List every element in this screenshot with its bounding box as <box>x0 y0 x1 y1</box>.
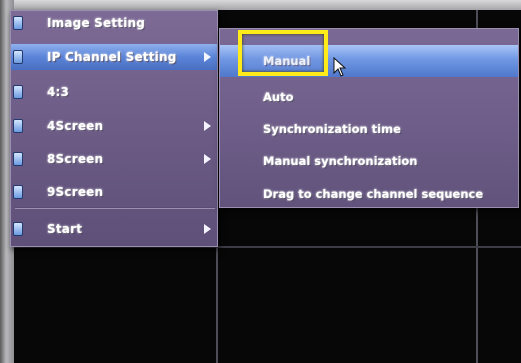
submenu-item-drag-channel-sequence[interactable]: Drag to change channel sequence <box>220 178 518 210</box>
submenu-item-label: Drag to change channel sequence <box>263 187 484 201</box>
menu-item-label: Image Setting <box>47 16 146 30</box>
image-setting-icon <box>13 16 23 30</box>
submenu-item-label: Synchronization time <box>263 122 401 136</box>
menu-item-label: 9Screen <box>47 185 104 199</box>
menu-item-8screen[interactable]: 8Screen <box>11 146 217 172</box>
menu-item-4-3[interactable]: 4:3 <box>11 79 217 105</box>
menu-item-image-setting[interactable]: Image Setting <box>11 10 217 36</box>
four-screen-icon <box>13 119 23 133</box>
menu-item-4screen[interactable]: 4Screen <box>11 113 217 139</box>
menu-item-label: 8Screen <box>47 152 104 166</box>
submenu-arrow-icon <box>204 121 211 131</box>
menu-divider <box>15 207 215 209</box>
submenu-arrow-icon <box>204 224 211 234</box>
monitor-bezel-top <box>0 0 521 10</box>
submenu-arrow-icon <box>204 52 211 62</box>
eight-screen-icon <box>13 152 23 166</box>
menu-item-label: Start <box>47 222 83 236</box>
aspect-ratio-icon <box>13 85 23 99</box>
menu-item-9screen[interactable]: 9Screen <box>11 179 217 205</box>
submenu-item-auto[interactable]: Auto <box>220 81 518 113</box>
submenu-item-manual-synchronization[interactable]: Manual synchronization <box>220 145 518 177</box>
submenu-item-label: Auto <box>263 90 294 104</box>
submenu-item-synchronization-time[interactable]: Synchronization time <box>220 113 518 145</box>
nine-screen-icon <box>13 185 23 199</box>
context-menu: Image Setting IP Channel Setting 4:3 4Sc… <box>10 10 218 247</box>
menu-item-start[interactable]: Start <box>11 216 217 242</box>
menu-item-ip-channel-setting[interactable]: IP Channel Setting <box>11 44 217 70</box>
menu-item-label: 4:3 <box>47 85 70 99</box>
ip-channel-icon <box>13 50 23 64</box>
submenu-item-label: Manual synchronization <box>263 154 418 168</box>
menu-item-label: IP Channel Setting <box>47 50 177 64</box>
mouse-cursor-icon <box>333 57 347 77</box>
start-icon <box>13 222 23 236</box>
submenu-arrow-icon <box>204 154 211 164</box>
highlight-annotation-box <box>238 30 328 76</box>
menu-item-label: 4Screen <box>47 119 104 133</box>
